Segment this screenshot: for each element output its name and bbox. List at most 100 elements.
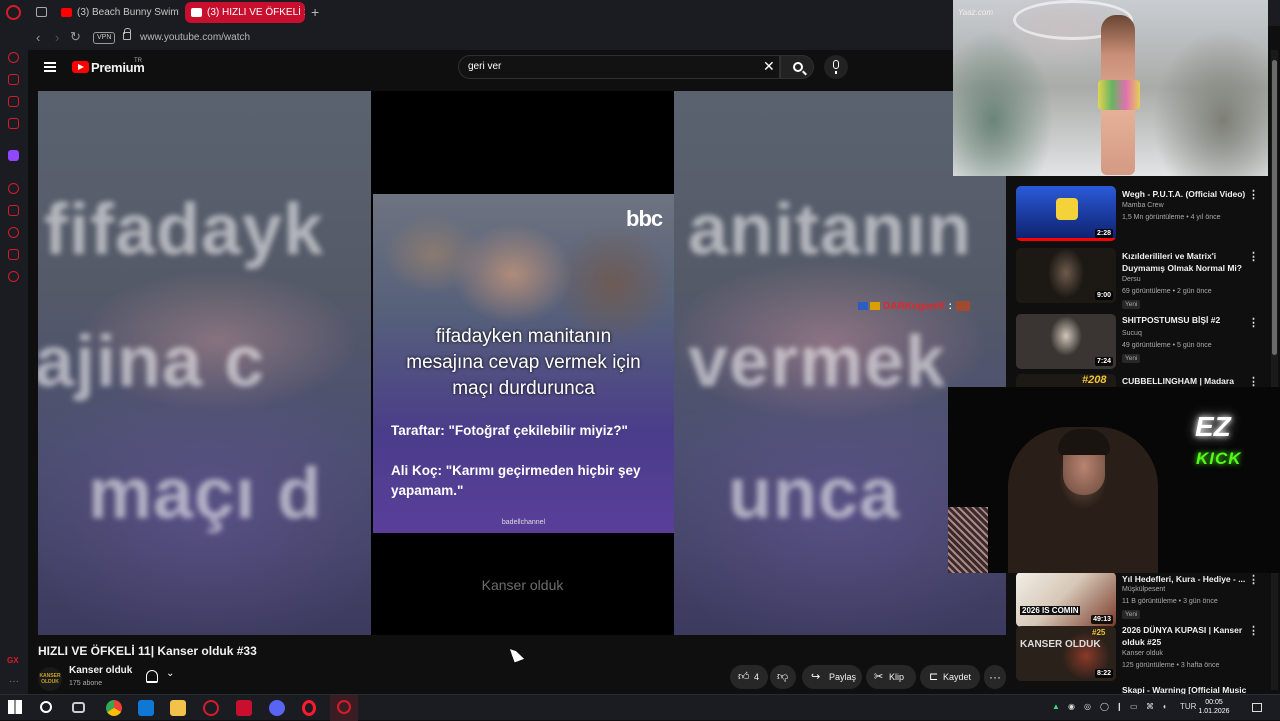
- discord-icon[interactable]: [269, 700, 285, 716]
- rec-channel[interactable]: Müşkülpesent: [1122, 586, 1165, 593]
- clip-button[interactable]: ✂ Klip: [866, 665, 916, 689]
- share-button[interactable]: ↪ Paylaş: [802, 665, 862, 689]
- network-icon[interactable]: ⌘: [1146, 702, 1154, 711]
- pip-webcam[interactable]: EZ KICK: [948, 387, 1280, 573]
- rec-menu-icon[interactable]: ⋮: [1248, 316, 1259, 329]
- rec-thumbnail[interactable]: 7:24: [1016, 314, 1116, 369]
- sidebar-history-icon[interactable]: [8, 183, 19, 194]
- vpn-badge[interactable]: VPN: [93, 32, 116, 44]
- opera-logo-icon[interactable]: [6, 5, 21, 20]
- forward-icon[interactable]: ›: [55, 30, 59, 45]
- rec-channel[interactable]: Mamba Crew: [1122, 202, 1164, 209]
- rec-channel[interactable]: Kanser olduk: [1122, 650, 1163, 657]
- rec-channel[interactable]: Sucuq: [1122, 330, 1142, 337]
- like-button[interactable]: 👍︎ 4: [730, 665, 768, 689]
- video-frame[interactable]: bbc fifadayken manitanın mesajına cevap …: [371, 91, 674, 635]
- file-explorer-icon[interactable]: [170, 700, 186, 716]
- chrome-icon[interactable]: [106, 700, 122, 716]
- channel-name[interactable]: Kanser olduk: [69, 665, 132, 676]
- extensions-icon[interactable]: [8, 249, 19, 260]
- search-input[interactable]: geri ver ✕: [458, 55, 780, 79]
- language-indicator[interactable]: TUR: [1180, 702, 1196, 711]
- tray-opera-icon[interactable]: ◯: [1100, 702, 1109, 711]
- url-field[interactable]: www.youtube.com/watch: [140, 32, 250, 43]
- rec-thumbnail[interactable]: KANSER OLDUK #25 8:22: [1016, 626, 1116, 681]
- reload-icon[interactable]: ↻: [70, 29, 81, 45]
- rec-thumbnail[interactable]: 2026 IS COMIN 49:13: [1016, 572, 1116, 627]
- bookmark-icon[interactable]: [8, 205, 19, 216]
- opera-icon[interactable]: [302, 700, 316, 716]
- tray-discord-icon[interactable]: ◉: [1068, 702, 1075, 711]
- rec-item[interactable]: 2:28 Wegh - P.U.T.A. (Official Video) Ma…: [1008, 176, 1270, 246]
- rec-item[interactable]: #208 CUBBELLINGHAM | Madara ⋮: [1008, 366, 1270, 388]
- opera-gx-icon[interactable]: [203, 700, 219, 716]
- system-clock[interactable]: 00:05 1.01.2026: [1196, 698, 1232, 716]
- rec-item[interactable]: 9:00 Kızılderilileri ve Matrix'i Duymamı…: [1008, 238, 1270, 309]
- rec-menu-icon[interactable]: ⋮: [1248, 250, 1259, 263]
- rec-item[interactable]: Skapi - Warning [Official Music: [1008, 686, 1270, 694]
- gx-icon[interactable]: GX: [7, 656, 19, 665]
- bell-icon[interactable]: [146, 670, 158, 683]
- browser-tab-active[interactable]: (3) HIZLI VE ÖFKELİ 1: [185, 2, 305, 23]
- scrollbar-thumb[interactable]: [1272, 60, 1277, 355]
- taskbar-search-icon[interactable]: [40, 701, 52, 713]
- monitor-icon[interactable]: ▭: [1130, 702, 1138, 711]
- microphone-tray-icon[interactable]: ❙: [1116, 702, 1123, 711]
- voice-search-button[interactable]: [824, 55, 848, 79]
- sidebar-instagram-icon[interactable]: [8, 118, 19, 129]
- channel-avatar[interactable]: KANSER OLDUK: [38, 667, 62, 691]
- rec-thumbnail[interactable]: #208: [1016, 374, 1116, 388]
- rec-item[interactable]: KANSER OLDUK #25 8:22 2026 DÜNYA KUPASI …: [1008, 620, 1270, 682]
- menu-icon[interactable]: [44, 62, 56, 72]
- rec-title[interactable]: Wegh - P.U.T.A. (Official Video): [1122, 188, 1252, 200]
- tray-arrow-icon[interactable]: ▲: [1052, 702, 1060, 711]
- notifications-icon[interactable]: [1252, 703, 1262, 712]
- rec-menu-icon[interactable]: ⋮: [1248, 573, 1259, 586]
- more-actions-button[interactable]: ···: [984, 665, 1006, 689]
- browser-tab[interactable]: (3) Beach Bunny Swimwe: [55, 2, 179, 23]
- settings-gear-icon[interactable]: [8, 271, 19, 282]
- rec-title[interactable]: Skapi - Warning [Official Music: [1122, 686, 1252, 694]
- thumb-overlay-text: KANSER OLDUK: [1020, 639, 1101, 650]
- pip-runway-video[interactable]: Yaaz.com: [953, 0, 1268, 176]
- outlook-icon[interactable]: [138, 700, 154, 716]
- rec-menu-icon[interactable]: ⋮: [1248, 188, 1259, 201]
- tray-app-icon[interactable]: ◎: [1084, 702, 1091, 711]
- rec-meta: 49 görüntüleme • 5 gün önce: [1122, 342, 1212, 349]
- dislike-button[interactable]: 👎︎: [770, 665, 796, 689]
- chevron-down-icon[interactable]: ⌄: [166, 668, 174, 679]
- rec-title[interactable]: 2026 DÜNYA KUPASI | Kanser olduk #25: [1122, 624, 1252, 648]
- rec-title[interactable]: SHITPOSTUMSU BİŞİ #2: [1122, 314, 1252, 326]
- volume-icon[interactable]: ◖: [1162, 702, 1167, 711]
- sidebar-aria-icon[interactable]: [8, 52, 19, 63]
- rec-item[interactable]: 2026 IS COMIN 49:13 Yıl Hedefleri, Kura …: [1008, 564, 1270, 627]
- search-button[interactable]: [780, 55, 814, 79]
- rec-title[interactable]: Kızılderilileri ve Matrix'i Duymamış Olm…: [1122, 250, 1252, 274]
- sidebar-more-icon[interactable]: ···: [9, 676, 19, 687]
- clear-search-icon[interactable]: ✕: [763, 58, 775, 75]
- new-tab-button[interactable]: +: [311, 4, 319, 20]
- twitch-icon[interactable]: [8, 150, 19, 161]
- video-player[interactable]: fifadayk ajina c maçı d anitanın vermek …: [38, 91, 1006, 635]
- tab-manager-icon[interactable]: [36, 7, 47, 17]
- rec-title[interactable]: CUBBELLINGHAM | Madara: [1122, 375, 1252, 387]
- rec-menu-icon[interactable]: ⋮: [1248, 624, 1259, 637]
- recorder-app-icon[interactable]: [236, 700, 252, 716]
- windows-start-icon[interactable]: [8, 700, 22, 714]
- sidebar-messenger-icon[interactable]: [8, 96, 19, 107]
- back-icon[interactable]: ‹: [36, 30, 40, 45]
- lock-icon[interactable]: [123, 28, 131, 40]
- youtube-logo-icon[interactable]: [72, 61, 89, 73]
- task-view-icon[interactable]: [72, 702, 85, 713]
- pip-watermark: Yaaz.com: [958, 8, 993, 17]
- rec-thumbnail[interactable]: 9:00: [1016, 248, 1116, 303]
- save-button[interactable]: ⊏ Kaydet: [920, 665, 980, 689]
- badge-icon: [870, 302, 880, 311]
- sidebar-player-icon[interactable]: [8, 74, 19, 85]
- active-app-highlight[interactable]: [330, 695, 358, 721]
- clock-icon[interactable]: [8, 227, 19, 238]
- rec-channel[interactable]: Dersu: [1122, 276, 1141, 283]
- rec-thumbnail[interactable]: 2:28: [1016, 186, 1116, 241]
- rec-title[interactable]: Yıl Hedefleri, Kura - Hediye - ...: [1122, 573, 1252, 585]
- rec-item[interactable]: 7:24 SHITPOSTUMSU BİŞİ #2 Sucuq 49 görün…: [1008, 304, 1270, 374]
